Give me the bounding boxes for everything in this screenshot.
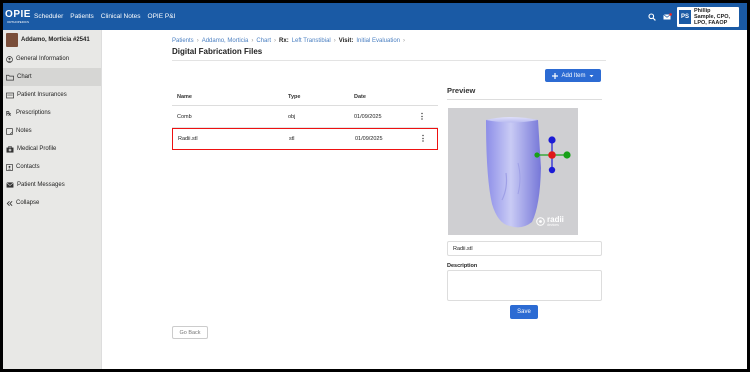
sidebar-item-notes[interactable]: Notes <box>3 122 101 140</box>
rx-icon: ℞ <box>6 110 12 116</box>
plus-icon <box>552 72 559 79</box>
sidebar-item-label: Medical Profile <box>17 146 57 152</box>
contacts-icon <box>6 163 13 171</box>
column-header-type[interactable]: Type <box>288 94 354 100</box>
nav-right: PS Phillip Sample, CPO, LPO, FAAOP <box>647 7 739 27</box>
nav-link-scheduler[interactable]: Scheduler <box>34 13 63 20</box>
sidebar-item-label: General Information <box>16 56 70 62</box>
cell-type: stl <box>289 136 295 142</box>
cell-name: Radii.stl <box>178 136 198 142</box>
user-initials-avatar: PS <box>679 10 691 24</box>
radii-watermark: radii devices <box>536 216 564 228</box>
radii-logo-icon <box>536 217 545 227</box>
logo-main-text: OPIE <box>5 8 31 20</box>
watermark-sub-text: devices <box>547 223 559 227</box>
page-title: Digital Fabrication Files <box>172 47 263 56</box>
preview-title: Preview <box>447 86 476 95</box>
breadcrumb-chart[interactable]: Chart <box>256 38 271 44</box>
sidebar-item-label: Contacts <box>16 164 40 170</box>
cell-date: 01/09/2025 <box>354 113 382 120</box>
sidebar-item-contacts[interactable]: Contacts <box>3 158 101 176</box>
table-row[interactable]: Comb obj 01/09/2025 ⋮ <box>172 106 438 128</box>
note-icon <box>6 127 13 135</box>
breadcrumb: Patients › Addamo, Morticia › Chart › Rx… <box>172 38 405 44</box>
cell-date: 01/09/2025 <box>355 136 383 142</box>
breadcrumb-separator: › <box>403 38 406 44</box>
filename-input[interactable]: Radii.stl <box>447 241 602 256</box>
cell-type: obj <box>288 113 296 120</box>
row-menu-icon[interactable]: ⋮ <box>418 112 426 121</box>
add-item-button[interactable]: Add Item <box>545 69 601 82</box>
sidebar-item-label: Patient Messages <box>17 182 65 188</box>
sidebar-item-label: Prescriptions <box>16 110 51 116</box>
breadcrumb-separator: › <box>274 38 277 44</box>
app-window: OPIE ORTHOPEDICS Scheduler Patients Clin… <box>3 3 747 369</box>
patient-name: Addamo, Morticia #2541 <box>21 37 90 43</box>
transform-gizmo-icon[interactable] <box>532 135 572 175</box>
files-table: Name Type Date Comb obj 01/09/2025 ⋮ Rad… <box>172 88 438 150</box>
top-navbar: OPIE ORTHOPEDICS Scheduler Patients Clin… <box>3 3 747 30</box>
save-button[interactable]: Save <box>510 305 538 319</box>
breadcrumb-rx-label: Rx: <box>279 38 289 44</box>
user-name-line3: LPO, FAAOP <box>694 20 728 27</box>
opie-logo[interactable]: OPIE ORTHOPEDICS <box>5 8 31 24</box>
add-item-label: Add Item <box>561 72 586 79</box>
breadcrumb-patients[interactable]: Patients <box>172 38 194 44</box>
divider <box>447 99 602 100</box>
card-icon <box>6 92 14 98</box>
sidebar-item-general-information[interactable]: General Information <box>3 50 101 68</box>
column-header-name[interactable]: Name <box>172 94 288 100</box>
sidebar-item-label: Collapse <box>16 200 40 206</box>
table-header: Name Type Date <box>172 88 438 106</box>
sidebar-item-label: Notes <box>16 128 32 134</box>
go-back-button[interactable]: Go Back <box>172 326 208 339</box>
search-icon[interactable] <box>647 12 657 22</box>
nav-link-patients[interactable]: Patients <box>70 13 94 20</box>
breadcrumb-separator: › <box>333 38 336 44</box>
patient-sidebar: Addamo, Morticia #2541 General Informati… <box>3 30 102 369</box>
table-row-selected[interactable]: Radii.stl stl 01/09/2025 ⋮ <box>172 128 438 150</box>
breadcrumb-separator: › <box>196 38 199 44</box>
breadcrumb-visit-label: Visit: <box>338 38 354 44</box>
nav-link-opie-pi[interactable]: OPIE P&I <box>148 13 176 20</box>
sidebar-item-label: Chart <box>17 74 32 80</box>
patient-photo <box>6 33 18 47</box>
row-menu-icon[interactable]: ⋮ <box>419 135 427 143</box>
nav-links: Scheduler Patients Clinical Notes OPIE P… <box>34 13 182 20</box>
patient-header: Addamo, Morticia #2541 <box>3 30 101 50</box>
sidebar-item-medical-profile[interactable]: Medical Profile <box>3 140 101 158</box>
description-label: Description <box>447 263 478 269</box>
sidebar-item-prescriptions[interactable]: ℞ Prescriptions <box>3 104 101 122</box>
medkit-icon <box>6 145 14 153</box>
breadcrumb-separator: › <box>251 38 254 44</box>
folder-icon <box>6 74 14 81</box>
user-name: Phillip Sample, CPO, LPO, FAAOP <box>694 8 730 27</box>
sidebar-item-chart[interactable]: Chart <box>3 68 101 86</box>
main-content: Patients › Addamo, Morticia › Chart › Rx… <box>103 30 747 369</box>
divider <box>172 60 606 61</box>
model-preview-viewport[interactable]: radii devices <box>448 108 578 235</box>
user-name-line2: Sample, CPO, <box>694 13 731 20</box>
envelope-icon <box>6 182 14 188</box>
breadcrumb-visit-value[interactable]: Initial Evaluation <box>356 38 400 44</box>
sidebar-item-label: Patient Insurances <box>17 92 67 98</box>
user-circle-icon <box>6 55 13 63</box>
caret-down-icon <box>589 74 593 77</box>
column-header-date[interactable]: Date <box>354 94 418 100</box>
messages-icon[interactable] <box>662 12 672 22</box>
description-textarea[interactable] <box>447 270 602 301</box>
chevrons-left-icon <box>6 200 13 206</box>
sidebar-item-patient-insurances[interactable]: Patient Insurances <box>3 86 101 104</box>
breadcrumb-rx-value[interactable]: Left Transtibial <box>292 38 331 44</box>
breadcrumb-patient[interactable]: Addamo, Morticia <box>202 38 249 44</box>
sidebar-item-patient-messages[interactable]: Patient Messages <box>3 176 101 194</box>
nav-link-clinical-notes[interactable]: Clinical Notes <box>101 13 141 20</box>
user-menu[interactable]: PS Phillip Sample, CPO, LPO, FAAOP <box>677 7 739 27</box>
user-name-line1: Phillip <box>694 7 711 14</box>
sidebar-item-collapse[interactable]: Collapse <box>3 194 101 212</box>
svg-text:℞: ℞ <box>6 110 12 116</box>
cell-name: Comb <box>177 113 192 120</box>
logo-sub-text: ORTHOPEDICS <box>7 19 29 24</box>
